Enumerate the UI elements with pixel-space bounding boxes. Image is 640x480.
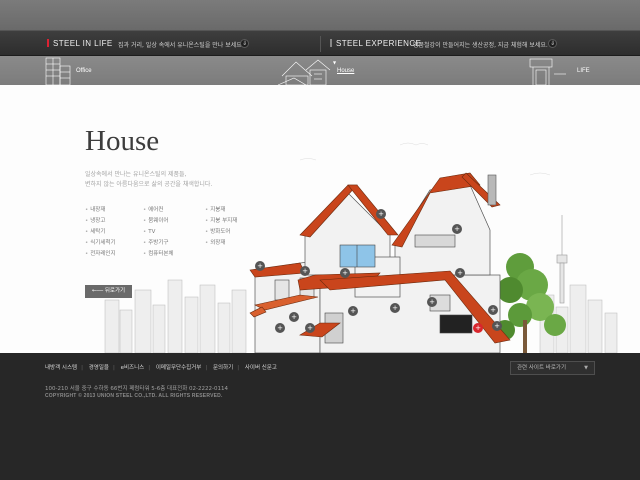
hotspot-icon: + [275,323,285,333]
product-item[interactable]: 컴퓨터본체 [143,251,205,259]
product-item[interactable]: 내장재 [85,207,143,215]
product-item[interactable]: TV [143,229,205,237]
footer-link-management[interactable]: 경영일을 [89,365,109,371]
product-item[interactable]: 전자레인지 [85,251,143,259]
footer-link-contact[interactable]: 문의하기 [213,365,233,371]
main-nav: STEEL IN LIFE 집과 거리, 일상 속에서 유니온스틸을 만나 보세… [0,30,640,56]
footer-links: 내방객 시스템 | 경영일을 | e비즈니스 | 이메일무단수집거부 | 문의하기 | 사… [45,363,281,371]
life-kiosk-icon [529,58,566,85]
svg-text:+: + [277,324,283,332]
svg-text:+: + [494,322,500,330]
hotspot-icon: + [492,321,502,331]
product-item[interactable]: 뭄웨이어 [143,218,205,226]
top-band [0,0,640,30]
svg-text:+: + [457,269,463,277]
category-strip: ▼ Office House LIFE [0,56,640,85]
svg-text:+: + [291,313,297,321]
page-description: 일상속에서 만나는 유니온스틸의 제품들, 변하지 않는 아름다움으로 삶의 공… [85,171,213,188]
page-title: House [85,125,160,157]
product-item[interactable]: 주방기구 [143,240,205,248]
down-arrow-icon[interactable]: ⇓ [548,39,557,48]
footer-link-cyber-petition[interactable]: 사이버 신문고 [245,365,277,371]
svg-text:+: + [257,262,263,270]
link-separator: | [112,365,115,371]
svg-text:+: + [378,210,384,218]
nav-steel-in-life-desc: 집과 거리, 일상 속에서 유니온스틸을 만나 보세요. [118,42,244,49]
main-content: + + + + + + + + + + + + + + + House 일상속에… [0,85,640,353]
product-item[interactable]: 식기세척기 [85,240,143,248]
product-item[interactable]: 냉장고 [85,218,143,226]
nav-steel-experience-desc: 명품철강이 만들어지는 생산공정, 지금 체험해 보세요. [413,42,548,49]
nav-steel-in-life[interactable]: STEEL IN LIFE [47,39,113,48]
hotspot-icon: + [455,268,465,278]
strip-house[interactable]: House [337,68,354,74]
link-separator: | [237,365,240,371]
footer: 내방객 시스템 | 경영일을 | e비즈니스 | 이메일무단수집거부 | 문의하기 | 사… [0,353,640,480]
product-item[interactable]: 지붕 부지재 [205,218,265,226]
related-sites-select[interactable]: 관련 사이트 바로가기 ▼ [510,361,595,375]
svg-text:+: + [392,304,398,312]
strip-office[interactable]: Office [76,68,92,74]
hotspot-icon: + [390,303,400,313]
product-list: 내장재 에어컨 지붕재 냉장고 뭄웨이어 지붕 부지재 세탁기 TV 방화도어 … [85,207,265,259]
svg-text:+: + [490,306,496,314]
nav-steel-experience[interactable]: STEEL EXPERIENCE [330,39,421,48]
footer-link-ebusiness[interactable]: e비즈니스 [121,365,145,371]
link-separator: | [81,365,83,371]
footer-copyright: COPYRIGHT © 2013 UNION STEEL CO.,LTD. AL… [45,393,223,399]
accent-bar-icon [47,39,49,47]
hotspot-icon: + [300,266,310,276]
nav-divider [320,36,321,52]
svg-text:+: + [307,324,313,332]
link-separator: | [205,365,208,371]
product-item[interactable]: 외장재 [205,240,265,248]
svg-text:+: + [429,298,435,306]
sketch-illustrations: ▼ [45,57,566,85]
product-item[interactable]: 세탁기 [85,229,143,237]
svg-text:+: + [475,324,481,332]
product-item[interactable]: 지붕재 [205,207,265,215]
divider-bar-icon [330,39,332,47]
svg-text:+: + [302,267,308,275]
link-separator: | [148,365,151,371]
hotspot-icon: + [255,261,265,271]
svg-text:+: + [350,307,356,315]
strip-life[interactable]: LIFE [577,68,590,74]
product-item[interactable]: 에어컨 [143,207,205,215]
hotspot-icon: + [427,297,437,307]
footer-link-visitor-system[interactable]: 내방객 시스템 [45,365,77,371]
svg-text:+: + [342,269,348,277]
hotspot-icon: + [348,306,358,316]
back-button[interactable]: ←── 뒤로가기 [85,285,132,298]
footer-link-email-policy[interactable]: 이메일무단수집거부 [156,365,202,371]
house-sketch-icon [277,59,331,85]
chevron-down-icon: ▼ [584,365,588,371]
hotspot-icon: + [452,224,462,234]
office-building-icon [45,57,71,85]
hotspot-icon: + [289,312,299,322]
footer-address: 100-210 서울 중구 수하동 66번지 페럼타워 5-6층 대표전화 02… [45,386,228,392]
hotspot-icon: + [376,209,386,219]
svg-text:+: + [454,225,460,233]
hotspot-active-icon: + [473,323,483,333]
hotspot-icon: + [340,268,350,278]
down-arrow-icon[interactable]: ⇓ [240,39,249,48]
hotspot-icon: + [305,323,315,333]
hotspot-icon: + [488,305,498,315]
active-marker-icon: ▼ [333,60,337,65]
product-item[interactable]: 방화도어 [205,229,265,237]
